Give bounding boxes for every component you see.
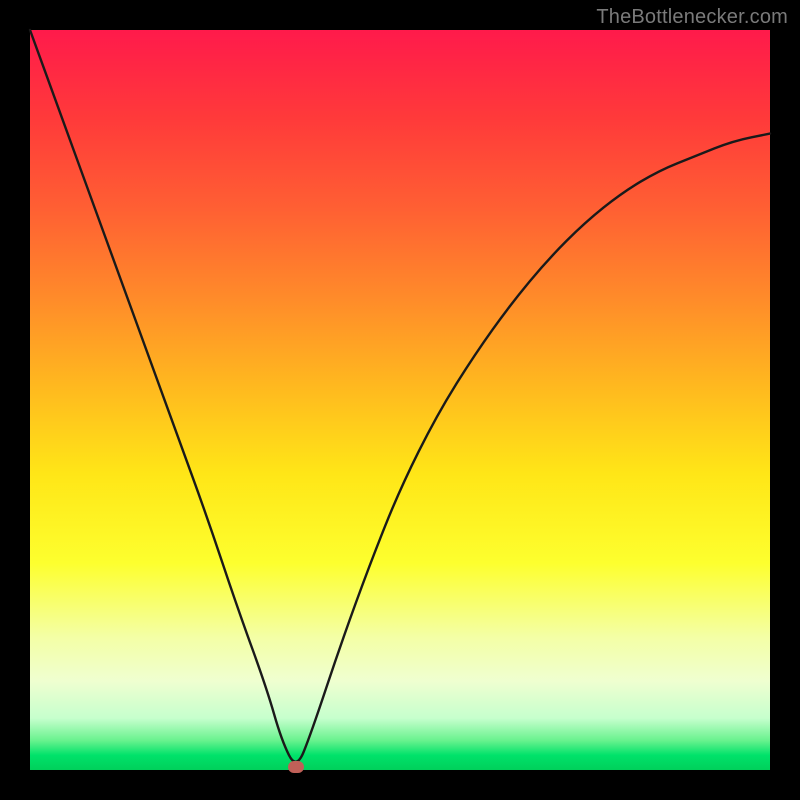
- chart-stage: TheBottlenecker.com: [0, 0, 800, 800]
- chart-plot-area: [30, 30, 770, 770]
- watermark-text: TheBottlenecker.com: [596, 6, 788, 29]
- chart-curve-svg: [30, 30, 770, 770]
- chart-curve: [30, 30, 770, 762]
- chart-min-marker: [288, 761, 304, 773]
